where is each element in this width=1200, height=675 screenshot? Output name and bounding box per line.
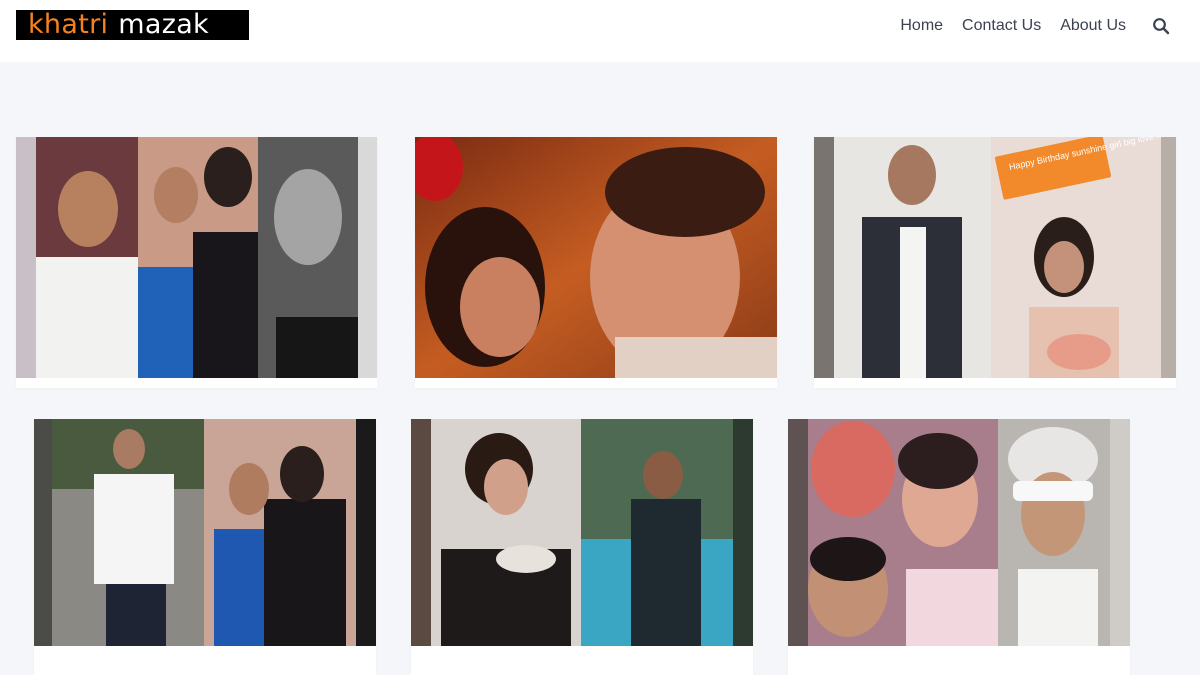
post-card-6[interactable] bbox=[788, 419, 1130, 675]
logo-text-khatri: khatri bbox=[28, 9, 109, 40]
site-header: khatri mazak Home Contact Us About Us bbox=[0, 0, 1200, 62]
post-thumbnail-6[interactable] bbox=[788, 419, 1130, 646]
photo-collage-icon bbox=[34, 419, 376, 646]
photo-collage-icon bbox=[16, 137, 377, 378]
post-thumbnail-4[interactable] bbox=[34, 419, 376, 646]
nav-contact-us[interactable]: Contact Us bbox=[962, 15, 1041, 37]
post-card-2[interactable] bbox=[415, 137, 777, 388]
post-thumbnail-2[interactable] bbox=[415, 137, 777, 378]
post-thumbnail-5[interactable] bbox=[411, 419, 753, 646]
logo-text-mazak: mazak bbox=[118, 9, 209, 40]
post-card-3[interactable]: Happy Birthday sunshine girl big love n … bbox=[814, 137, 1176, 388]
main-nav: Home Contact Us About Us bbox=[881, 15, 1170, 37]
site-logo[interactable]: khatri mazak bbox=[16, 10, 249, 40]
photo-collage-icon: Happy Birthday sunshine girl big love n … bbox=[814, 137, 1176, 378]
movie-still-icon bbox=[415, 137, 777, 378]
nav-about-us[interactable]: About Us bbox=[1060, 15, 1126, 37]
nav-home[interactable]: Home bbox=[900, 15, 943, 37]
post-card-1[interactable] bbox=[16, 137, 377, 388]
post-card-4[interactable] bbox=[34, 419, 376, 675]
photo-collage-icon bbox=[411, 419, 753, 646]
photo-collage-icon bbox=[788, 419, 1130, 646]
search-icon[interactable] bbox=[1152, 17, 1170, 35]
post-card-5[interactable] bbox=[411, 419, 753, 675]
post-thumbnail-3[interactable]: Happy Birthday sunshine girl big love n … bbox=[814, 137, 1176, 378]
post-thumbnail-1[interactable] bbox=[16, 137, 377, 378]
